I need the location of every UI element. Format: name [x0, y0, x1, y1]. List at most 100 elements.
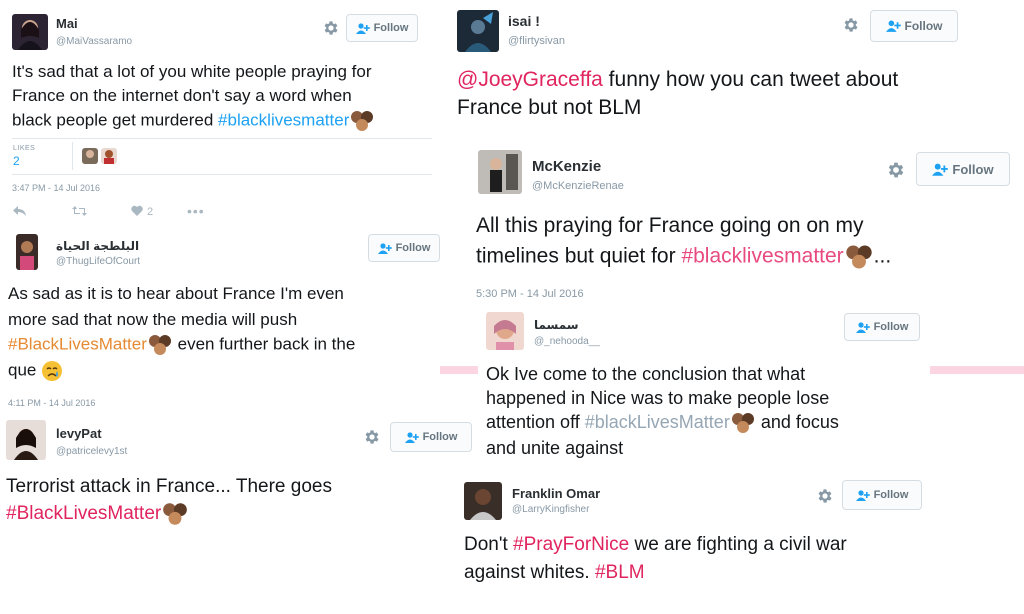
user-handle[interactable]: @MaiVassaramo — [56, 36, 132, 47]
user-handle[interactable]: @ThugLifeOfCourt — [56, 256, 140, 267]
tweet-text: attention off — [486, 412, 585, 432]
avatar[interactable] — [16, 234, 38, 270]
user-handle[interactable]: @flirtysivan — [508, 35, 565, 47]
add-user-icon — [855, 321, 870, 333]
divider — [930, 366, 1024, 374]
follow-label: Follow — [952, 161, 994, 177]
display-name[interactable]: McKenzie — [532, 158, 601, 175]
divider — [12, 174, 432, 175]
more-icon[interactable]: ••• — [187, 203, 205, 219]
likes-count[interactable]: 2 — [13, 154, 20, 168]
hashtag-link[interactable]: #PrayForNice — [513, 534, 629, 555]
divider — [72, 142, 73, 170]
tweet-franklin-omar: Franklin Omar @LarryKingfisher Follow Do… — [456, 476, 936, 614]
display-name[interactable]: سمسما — [534, 318, 579, 332]
tweet-text-line: timelines but quiet for #blacklivesmatte… — [476, 244, 891, 270]
follow-button[interactable]: Follow — [346, 14, 418, 42]
display-name[interactable]: Franklin Omar — [512, 486, 600, 501]
like-button[interactable]: 2 — [131, 205, 153, 219]
follow-label: Follow — [395, 242, 431, 254]
display-name[interactable]: البلطجة الحياة — [56, 239, 139, 253]
gear-icon[interactable] — [322, 19, 340, 37]
avatar[interactable] — [457, 10, 499, 52]
tweet-text: ... — [873, 244, 892, 268]
raised-fists-emoji — [844, 244, 874, 270]
tweet-text-line: against whites. #BLM — [464, 562, 645, 584]
follow-button[interactable]: Follow — [842, 480, 922, 510]
follow-label: Follow — [373, 22, 409, 34]
user-handle[interactable]: @patricelevy1st — [56, 446, 127, 457]
follow-button[interactable]: Follow — [390, 422, 472, 452]
display-name[interactable]: Mai — [56, 16, 78, 31]
user-handle[interactable]: @_nehooda__ — [534, 336, 600, 347]
tweet-thuglifeofcourt: البلطجة الحياة @ThugLifeOfCourt Follow A… — [0, 228, 440, 414]
follow-button[interactable]: Follow — [870, 10, 958, 42]
tweet-text: funny how you can tweet about — [602, 68, 899, 91]
add-user-icon — [377, 242, 392, 254]
user-handle[interactable]: @McKenzieRenae — [532, 180, 624, 192]
tweet-text-line: attention off #blackLivesMatter and focu… — [486, 412, 839, 434]
tweet-text-line: As sad as it is to hear about France I'm… — [8, 284, 344, 303]
avatar[interactable] — [82, 148, 98, 164]
raised-fists-emoji — [349, 110, 375, 132]
follow-button[interactable]: Follow — [368, 234, 440, 262]
hashtag-link[interactable]: #BlackLivesMatter — [6, 503, 161, 524]
avatar[interactable] — [101, 148, 117, 164]
hashtag-link[interactable]: #BlackLivesMatter — [8, 334, 147, 353]
like-count: 2 — [147, 206, 154, 218]
tweet-text: Don't — [464, 534, 514, 555]
follow-button[interactable]: Follow — [844, 313, 920, 341]
add-user-icon — [355, 22, 370, 34]
divider — [12, 138, 432, 139]
crying-face-emoji — [41, 360, 63, 382]
reply-icon[interactable] — [13, 206, 26, 216]
tweet-text: timelines but quiet for — [476, 244, 682, 268]
hashtag-link[interactable]: #blacklivesmatter — [681, 245, 843, 268]
hashtag-link[interactable]: #blacklivesmatter — [218, 110, 349, 129]
follow-label: Follow — [422, 431, 458, 443]
tweet-text: we are fighting a civil war — [629, 534, 847, 555]
hashtag-link[interactable]: #BLM — [595, 562, 645, 583]
hashtag-link[interactable]: #blackLivesMatter — [585, 412, 730, 432]
gear-icon[interactable] — [816, 487, 834, 505]
tweet-text: against whites. — [464, 562, 595, 583]
display-name[interactable]: levyPat — [56, 426, 102, 441]
mention-link[interactable]: @JoeyGraceffa — [457, 68, 603, 91]
retweet-icon[interactable] — [72, 206, 87, 216]
add-user-icon — [932, 163, 949, 176]
gear-icon[interactable] — [363, 428, 381, 446]
add-user-icon — [885, 20, 901, 32]
avatar[interactable] — [478, 150, 522, 194]
follow-button[interactable]: Follow — [916, 152, 1010, 186]
raised-fists-emoji — [161, 502, 189, 526]
follow-label: Follow — [873, 321, 909, 333]
tweet-text-line: #BlackLivesMatter — [6, 502, 189, 526]
tweet-text-line: #BlackLivesMatter even further back in t… — [8, 334, 355, 356]
avatar[interactable] — [486, 312, 524, 350]
add-user-icon — [404, 431, 419, 443]
tweet-text: que — [8, 360, 37, 380]
timestamp[interactable]: 3:47 PM - 14 Jul 2016 — [12, 183, 100, 193]
display-name[interactable]: isai ! — [508, 13, 540, 29]
tweet-text-line: Terrorist attack in France... There goes — [6, 476, 332, 497]
timestamp[interactable]: 4:11 PM - 14 Jul 2016 — [8, 398, 95, 408]
avatar[interactable] — [464, 482, 502, 520]
tweet-text-line: Ok Ive come to the conclusion that what — [486, 364, 806, 384]
user-handle[interactable]: @LarryKingfisher — [512, 504, 589, 515]
avatar[interactable] — [12, 14, 48, 50]
tweet-text: black people get murdered — [12, 110, 219, 130]
raised-fists-emoji — [147, 334, 173, 356]
timestamp[interactable]: 5:30 PM - 14 Jul 2016 — [476, 288, 584, 300]
gear-icon[interactable] — [842, 16, 860, 34]
follow-label: Follow — [873, 489, 909, 501]
avatar[interactable] — [6, 420, 46, 460]
raised-fists-emoji — [730, 412, 756, 434]
tweet-mai: Mai @MaiVassaramo Follow It's sad that a… — [0, 0, 440, 230]
follow-label: Follow — [904, 19, 943, 33]
tweet-text-line: happened in Nice was to make people lose — [486, 388, 830, 408]
gear-icon[interactable] — [886, 160, 906, 180]
tweet-text-line: France but not BLM — [457, 96, 642, 119]
tweet-nehooda: سمسما @_nehooda__ Follow Ok Ive come to … — [478, 308, 930, 476]
tweet-mckenzie: McKenzie @McKenzieRenae Follow All this … — [464, 142, 1024, 308]
tweet-levypat: levyPat @patricelevy1st Follow Terrorist… — [0, 414, 472, 544]
